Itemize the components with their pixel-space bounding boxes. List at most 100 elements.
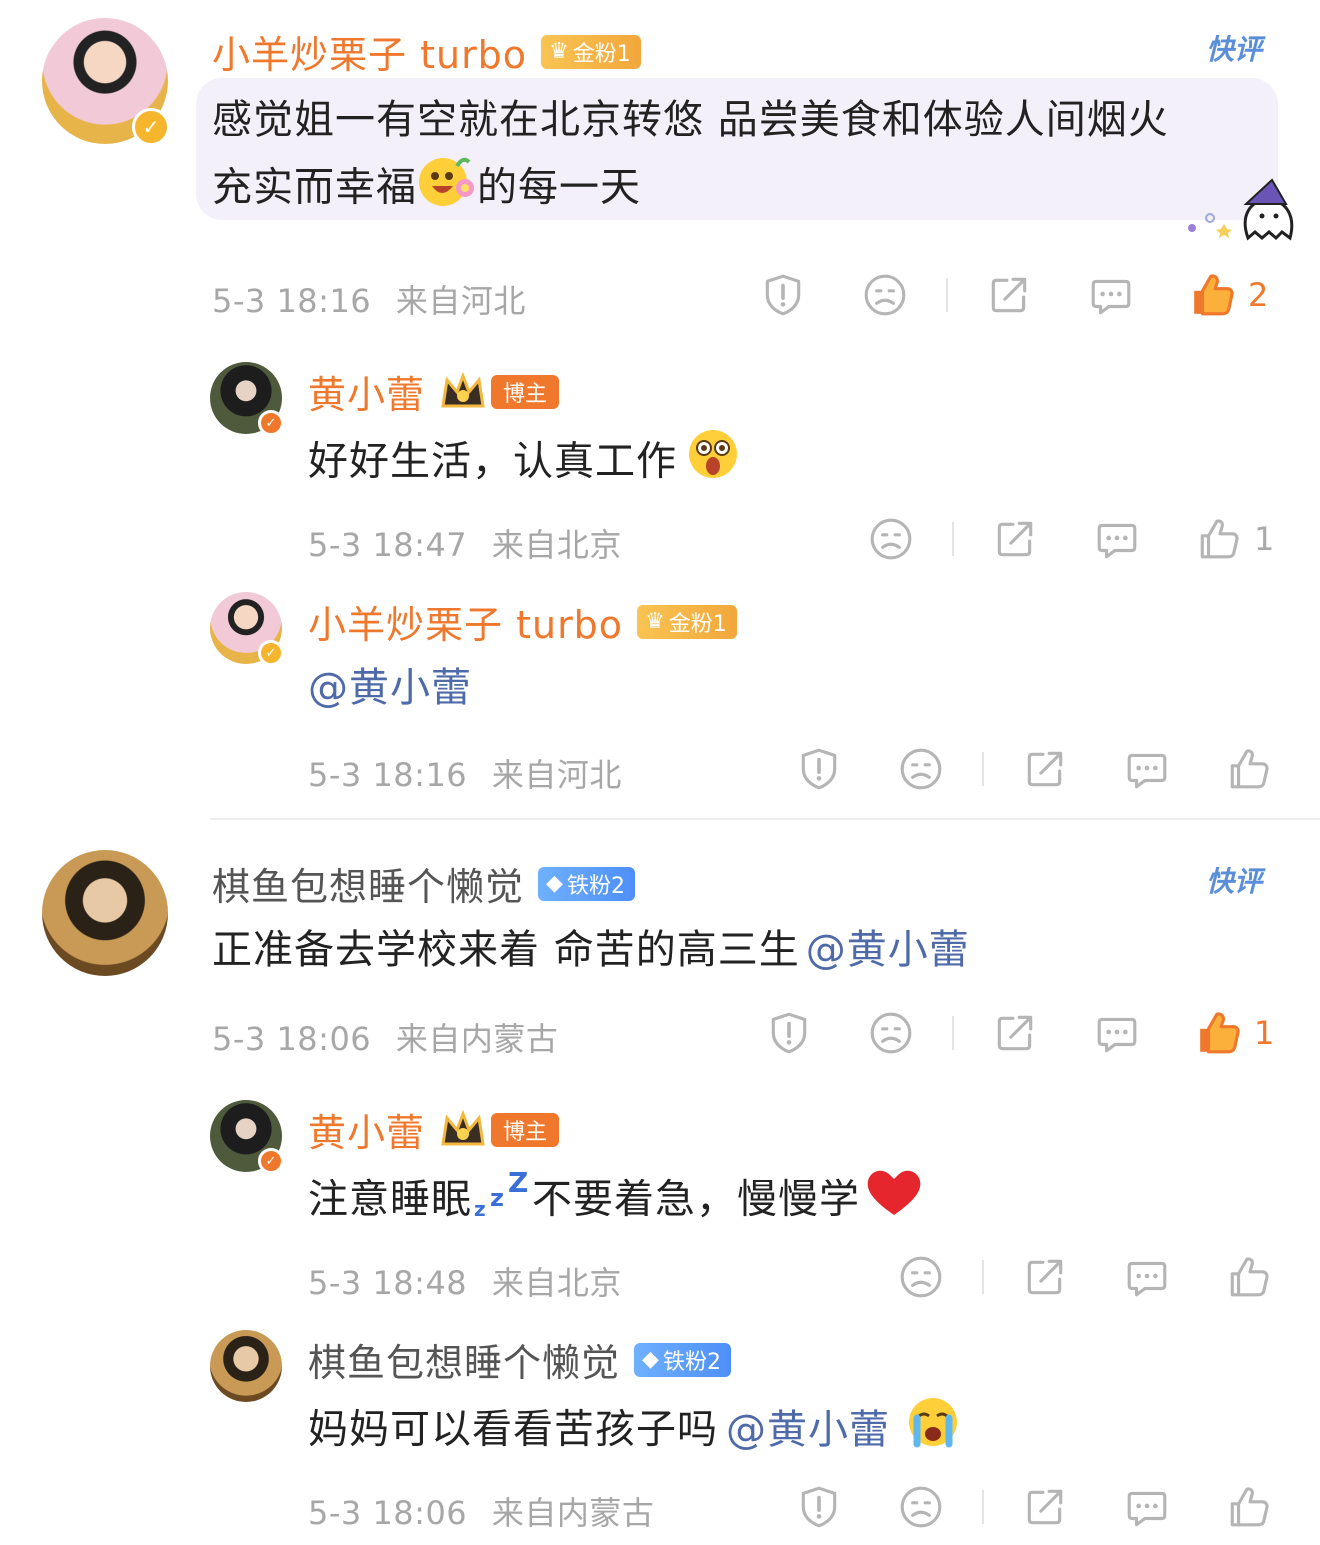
liked-icon bbox=[1190, 272, 1236, 318]
username[interactable]: 黄小蕾 bbox=[308, 364, 425, 419]
like-count: 1 bbox=[1254, 520, 1275, 558]
like-button[interactable]: 2 bbox=[1190, 272, 1268, 318]
like-icon bbox=[1226, 746, 1272, 792]
comment-meta: 5-3 18:48 来自北京 bbox=[308, 1258, 622, 1304]
verified-icon: ✓ bbox=[258, 1148, 284, 1174]
avatar[interactable] bbox=[210, 1330, 282, 1402]
like-count: 2 bbox=[1248, 276, 1269, 314]
crown-icon bbox=[439, 1109, 487, 1150]
sleep-zzz-icon: zzZ bbox=[472, 1164, 532, 1239]
fan-badge[interactable]: ♛ 金粉1 bbox=[637, 604, 737, 639]
username[interactable]: 小羊炒栗子 turbo bbox=[212, 24, 527, 79]
mention-link[interactable]: @黄小蕾 bbox=[726, 1407, 890, 1453]
divider bbox=[982, 1260, 984, 1294]
crying-emoji-icon bbox=[904, 1394, 962, 1469]
share-icon[interactable] bbox=[1022, 746, 1068, 792]
comment-actions bbox=[898, 1254, 1272, 1300]
reply-icon[interactable] bbox=[1094, 1010, 1140, 1056]
comment-text: 好好生活，认真工作 bbox=[308, 426, 741, 501]
username[interactable]: 棋鱼包想睡个懒觉 bbox=[308, 1332, 620, 1387]
username[interactable]: 棋鱼包想睡个懒觉 bbox=[212, 856, 524, 911]
username[interactable]: 黄小蕾 bbox=[308, 1102, 425, 1157]
like-icon bbox=[1226, 1484, 1272, 1530]
avatar[interactable]: ✓ bbox=[210, 362, 284, 436]
share-icon[interactable] bbox=[992, 1010, 1038, 1056]
comment-location: 来自北京 bbox=[491, 526, 622, 564]
comment-author-row: 黄小蕾 博主 bbox=[308, 1102, 560, 1157]
verified-icon: ✓ bbox=[258, 640, 284, 666]
reply-icon[interactable] bbox=[1094, 516, 1140, 562]
divider bbox=[952, 522, 954, 556]
comment-location: 来自北京 bbox=[491, 1264, 622, 1302]
share-icon[interactable] bbox=[1022, 1484, 1068, 1530]
comment-time: 5-3 18:47 bbox=[308, 526, 468, 564]
dislike-icon[interactable] bbox=[868, 1010, 914, 1056]
diamond-icon: ◆ bbox=[642, 1347, 659, 1372]
comment-location: 来自内蒙古 bbox=[491, 1494, 655, 1532]
divider bbox=[952, 1016, 954, 1050]
blogger-badge: 博主 bbox=[491, 374, 560, 409]
comment-actions bbox=[796, 746, 1272, 792]
quick-comment-tag[interactable]: 快评 bbox=[1206, 860, 1262, 900]
dislike-icon[interactable] bbox=[898, 746, 944, 792]
comment-text: 正准备去学校来着 命苦的高三生 @黄小蕾 bbox=[212, 927, 970, 973]
dislike-icon[interactable] bbox=[868, 516, 914, 562]
comment-text: @黄小蕾 bbox=[308, 656, 472, 720]
like-count: 1 bbox=[1254, 1014, 1275, 1052]
avatar[interactable]: ✓ bbox=[210, 1100, 284, 1174]
avatar[interactable]: ✓ bbox=[42, 18, 170, 146]
reply-icon[interactable] bbox=[1124, 1484, 1170, 1530]
dislike-icon[interactable] bbox=[898, 1484, 944, 1530]
quick-comment-tag[interactable]: 快评 bbox=[1206, 28, 1262, 68]
avatar[interactable] bbox=[42, 850, 168, 976]
dislike-icon[interactable] bbox=[898, 1254, 944, 1300]
like-button[interactable]: 1 bbox=[1196, 516, 1274, 562]
comment-location: 来自河北 bbox=[491, 756, 622, 794]
svg-text:z: z bbox=[474, 1197, 487, 1220]
comment-meta: 5-3 18:06 来自内蒙古 bbox=[308, 1488, 654, 1534]
fan-badge[interactable]: ♛ 金粉1 bbox=[541, 34, 641, 69]
comment-actions bbox=[796, 1484, 1272, 1530]
comment-meta: 5-3 18:06 来自内蒙古 bbox=[212, 1014, 558, 1060]
comment-time: 5-3 18:16 bbox=[212, 282, 372, 320]
reply-icon[interactable] bbox=[1124, 1254, 1170, 1300]
liked-icon bbox=[1196, 1010, 1242, 1056]
mention-link[interactable]: @黄小蕾 bbox=[806, 927, 970, 973]
comment-meta: 5-3 18:16 来自河北 bbox=[212, 276, 526, 322]
mention-link[interactable]: @黄小蕾 bbox=[308, 665, 472, 711]
starstruck-emoji-icon bbox=[685, 426, 741, 501]
ghost-sticker-icon bbox=[1180, 176, 1300, 246]
comment-author-row: 棋鱼包想睡个懒觉 ◆ 铁粉2 bbox=[308, 1332, 731, 1387]
comment-text: 感觉姐一有空就在北京转悠 品尝美食和体验人间烟火 bbox=[212, 97, 1169, 143]
share-icon[interactable] bbox=[992, 516, 1038, 562]
username[interactable]: 小羊炒栗子 turbo bbox=[308, 594, 623, 649]
comment-time: 5-3 18:16 bbox=[308, 756, 468, 794]
fan-badge[interactable]: ◆ 铁粉2 bbox=[538, 866, 635, 901]
reply-icon[interactable] bbox=[1124, 746, 1170, 792]
comment-time: 5-3 18:06 bbox=[212, 1020, 372, 1058]
share-icon[interactable] bbox=[1022, 1254, 1068, 1300]
report-icon[interactable] bbox=[796, 746, 842, 792]
avatar[interactable]: ✓ bbox=[210, 592, 284, 666]
comment-time: 5-3 18:48 bbox=[308, 1264, 468, 1302]
like-icon bbox=[1196, 516, 1242, 562]
reply-icon[interactable] bbox=[1088, 272, 1134, 318]
verified-icon: ✓ bbox=[258, 410, 284, 436]
like-button[interactable] bbox=[1226, 1484, 1272, 1530]
like-button[interactable] bbox=[1226, 1254, 1272, 1300]
svg-text:Z: Z bbox=[508, 1166, 529, 1199]
report-icon[interactable] bbox=[796, 1484, 842, 1530]
comment-divider bbox=[210, 818, 1320, 820]
fan-badge[interactable]: ◆ 铁粉2 bbox=[634, 1342, 731, 1377]
divider bbox=[946, 278, 948, 312]
crown-icon: ♛ bbox=[645, 609, 665, 634]
like-button[interactable] bbox=[1226, 746, 1272, 792]
svg-text:z: z bbox=[490, 1184, 505, 1212]
report-icon[interactable] bbox=[760, 272, 806, 318]
report-icon[interactable] bbox=[766, 1010, 812, 1056]
share-icon[interactable] bbox=[986, 272, 1032, 318]
dislike-icon[interactable] bbox=[862, 272, 908, 318]
blogger-badge: 博主 bbox=[491, 1112, 560, 1147]
like-button[interactable]: 1 bbox=[1196, 1010, 1274, 1056]
crown-icon bbox=[439, 371, 487, 412]
